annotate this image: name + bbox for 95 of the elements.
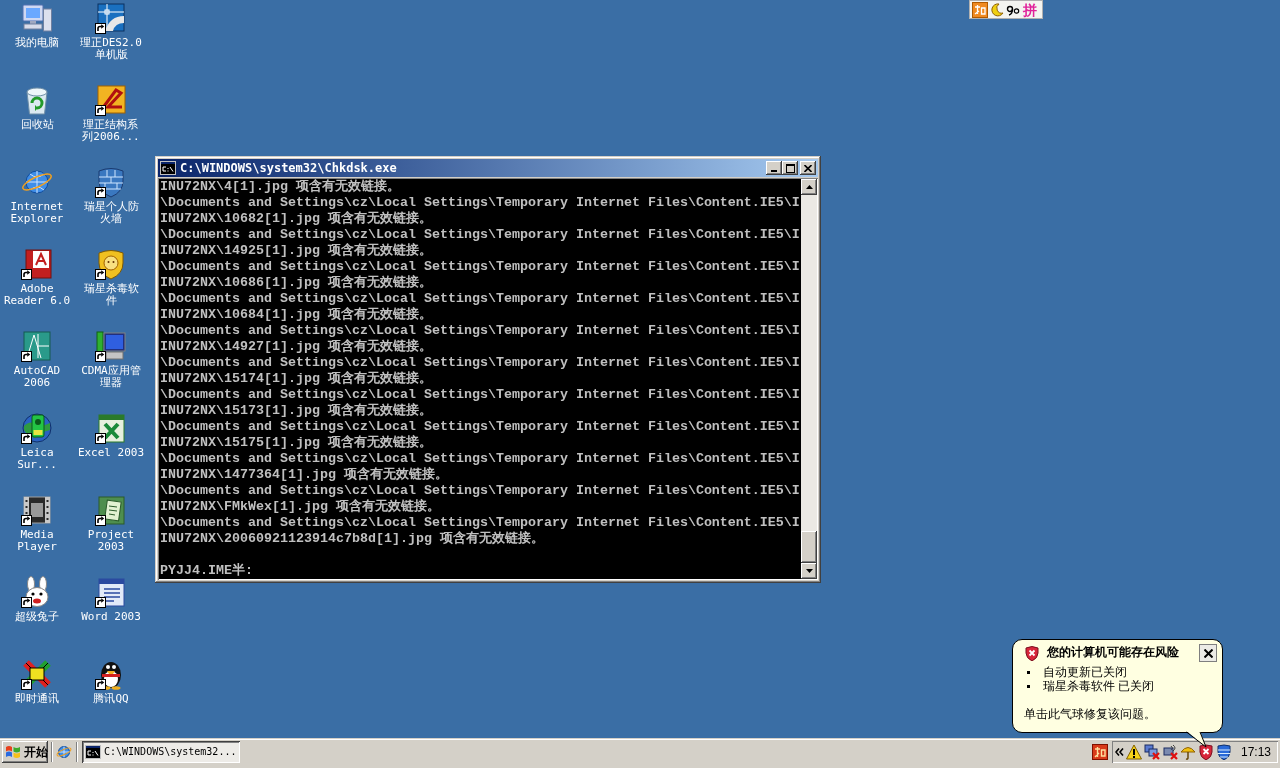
monitor-icon[interactable] <box>95 330 127 362</box>
console-line: INU72NX\4[1].jpg 项含有无效链接。 <box>160 179 401 195</box>
console-line: INU72NX\15173[1].jpg 项含有无效链接。 <box>160 403 433 419</box>
console-icon <box>85 745 101 759</box>
ime-logo-icon[interactable] <box>972 1 988 18</box>
minimize-icon <box>771 169 777 172</box>
maximize-icon <box>785 163 795 173</box>
balloon-pointer <box>1185 731 1209 748</box>
desktop-icon-label[interactable]: 即时通讯 <box>15 693 59 705</box>
window-title: C:\WINDOWS\system32\Chkdsk.exe <box>180 161 397 175</box>
document-icon[interactable] <box>21 248 53 280</box>
network-error-icon[interactable] <box>1144 744 1160 760</box>
down-arrow-icon <box>805 569 813 573</box>
desktop-icon-label[interactable]: 理正DES2.0 单机版 <box>80 37 142 61</box>
desktop-icon-label[interactable]: 腾讯QQ <box>93 693 129 705</box>
moon-icon[interactable] <box>990 2 1004 17</box>
document-icon[interactable] <box>95 494 127 526</box>
console-line: \Documents and Settings\cz\Local Settings\Temporary Internet Files\Content.IE5\I <box>160 323 801 339</box>
double-chevron-icon[interactable] <box>1115 748 1124 756</box>
shield-icon[interactable] <box>95 248 127 280</box>
drafting-icon[interactable] <box>21 330 53 362</box>
desktop-icon-label[interactable]: 我的电脑 <box>15 37 59 49</box>
umbrella-icon[interactable] <box>1180 744 1196 760</box>
desktop-icon-label[interactable]: 超级兔子 <box>15 611 59 623</box>
console-line: \Documents and Settings\cz\Local Settings\Temporary Internet Files\Content.IE5\I <box>160 419 801 435</box>
console-line: INU72NX\10682[1].jpg 项含有无效链接。 <box>160 211 433 227</box>
console-line: \Documents and Settings\cz\Local Settings\Temporary Internet Files\Content.IE5\I <box>160 451 801 467</box>
close-icon <box>1203 648 1213 658</box>
close-button[interactable] <box>800 161 816 175</box>
globe-icon[interactable] <box>56 744 72 760</box>
shield-icon[interactable] <box>1198 744 1214 760</box>
scroll-down-button[interactable] <box>801 563 817 579</box>
blueprint-icon[interactable] <box>95 2 127 34</box>
desktop-icon-label[interactable]: CDMA应用管 理器 <box>81 365 141 389</box>
minimize-button[interactable] <box>766 161 782 175</box>
console-line: INU72NX\20060921123914c7b8d[1].jpg 项含有无效链接。 <box>160 531 545 547</box>
console-line: INU72NX\14925[1].jpg 项含有无效链接。 <box>160 243 433 259</box>
console-line: \Documents and Settings\cz\Local Settings\Temporary Internet Files\Content.IE5\I <box>160 483 801 499</box>
balloon-title: 您的计算机可能存在风险 <box>1047 645 1179 659</box>
desktop-icon-label[interactable]: Adobe Reader 6.0 <box>3 283 71 307</box>
film-icon[interactable] <box>21 494 53 526</box>
scroll-up-button[interactable] <box>801 179 817 195</box>
console-line: \Documents and Settings\cz\Local Settings\Temporary Internet Files\Content.IE5\I <box>160 355 801 371</box>
desktop-icon-label[interactable]: Word 2003 <box>81 611 141 623</box>
clock: 17:13 <box>1240 745 1271 759</box>
desktop-icon-label[interactable]: Excel 2003 <box>77 447 145 459</box>
console-line: INU72NX\14927[1].jpg 项含有无效链接。 <box>160 339 433 355</box>
console-line: INU72NX\10686[1].jpg 项含有无效链接。 <box>160 275 433 291</box>
cross-logo-icon[interactable] <box>21 658 53 690</box>
desktop-icon-label[interactable]: 瑞星杀毒软 件 <box>83 283 139 307</box>
scrollbar-thumb[interactable] <box>801 531 817 563</box>
network-error-icon[interactable] <box>1162 744 1178 760</box>
desktop-icon-label[interactable]: AutoCAD 2006 <box>13 365 61 389</box>
bullet-icon <box>1027 684 1030 688</box>
computer-icon[interactable] <box>21 2 53 34</box>
desktop-icon-label[interactable]: Project 2003 <box>87 529 135 553</box>
app-tile-icon[interactable] <box>1092 744 1108 760</box>
console-line: INU72NX\FMkWex[1].jpg 项含有无效链接。 <box>160 499 441 515</box>
console-line: \Documents and Settings\cz\Local Settings\Temporary Internet Files\Content.IE5\I <box>160 291 801 307</box>
console-line: \Documents and Settings\cz\Local Settings\Temporary Internet Files\Content.IE5\I <box>160 195 801 211</box>
taskbar-button[interactable]: C:\WINDOWS\system32... <box>82 741 240 763</box>
balloon-message: 单击此气球修复该问题。 <box>1024 707 1157 721</box>
warning-icon[interactable] <box>1126 744 1142 760</box>
console-line: INU72NX\1477364[1].jpg 项含有无效链接。 <box>160 467 449 483</box>
close-button[interactable] <box>1199 644 1217 662</box>
up-arrow-icon <box>805 185 813 189</box>
console-line: \Documents and Settings\cz\Local Settings\Temporary Internet Files\Content.IE5\I <box>160 387 801 403</box>
device-globe-icon[interactable] <box>21 412 53 444</box>
console-line: INU72NX\10684[1].jpg 项含有无效链接。 <box>160 307 433 323</box>
console-icon[interactable] <box>160 161 176 175</box>
input-mode-button[interactable]: 拼 <box>1022 1 1038 18</box>
desktop-icon-label[interactable]: Leica Sur... <box>17 447 57 471</box>
console-line: INU72NX\15174[1].jpg 项含有无效链接。 <box>160 371 433 387</box>
balloon-item: 自动更新已关闭 <box>1043 665 1127 679</box>
balloon-item: 瑞星杀毒软件 已关闭 <box>1043 679 1155 693</box>
desktop-icon-label[interactable]: 理正结构系 列2006... <box>82 119 140 143</box>
console-line: \Documents and Settings\cz\Local Settings\Temporary Internet Files\Content.IE5\I <box>160 259 801 275</box>
text-document-icon[interactable] <box>95 576 127 608</box>
brick-shield-icon[interactable] <box>1216 744 1232 760</box>
maximize-button[interactable] <box>782 161 798 175</box>
console-line: \Documents and Settings\cz\Local Settings\Temporary Internet Files\Content.IE5\I <box>160 227 801 243</box>
bullet-icon <box>1027 670 1030 674</box>
console-line: \Documents and Settings\cz\Local Settings\Temporary Internet Files\Content.IE5\I <box>160 515 801 531</box>
shield-icon <box>1024 645 1040 661</box>
flag-icon <box>5 745 21 759</box>
desktop-icon-label[interactable]: Internet Explorer <box>10 201 64 225</box>
desktop-icon-label[interactable]: Media Player <box>17 529 57 553</box>
structure-icon[interactable] <box>95 84 127 116</box>
desktop-icon-label[interactable]: 回收站 <box>20 119 54 131</box>
desktop-icon-label[interactable]: 瑞星个人防 火墙 <box>83 201 139 225</box>
spreadsheet-icon[interactable] <box>95 412 127 444</box>
console-line: INU72NX\15175[1].jpg 项含有无效链接。 <box>160 435 433 451</box>
close-icon <box>804 164 812 172</box>
brick-shield-icon[interactable] <box>95 166 127 198</box>
console-prompt: PYJJ4.IME半: <box>160 563 254 579</box>
